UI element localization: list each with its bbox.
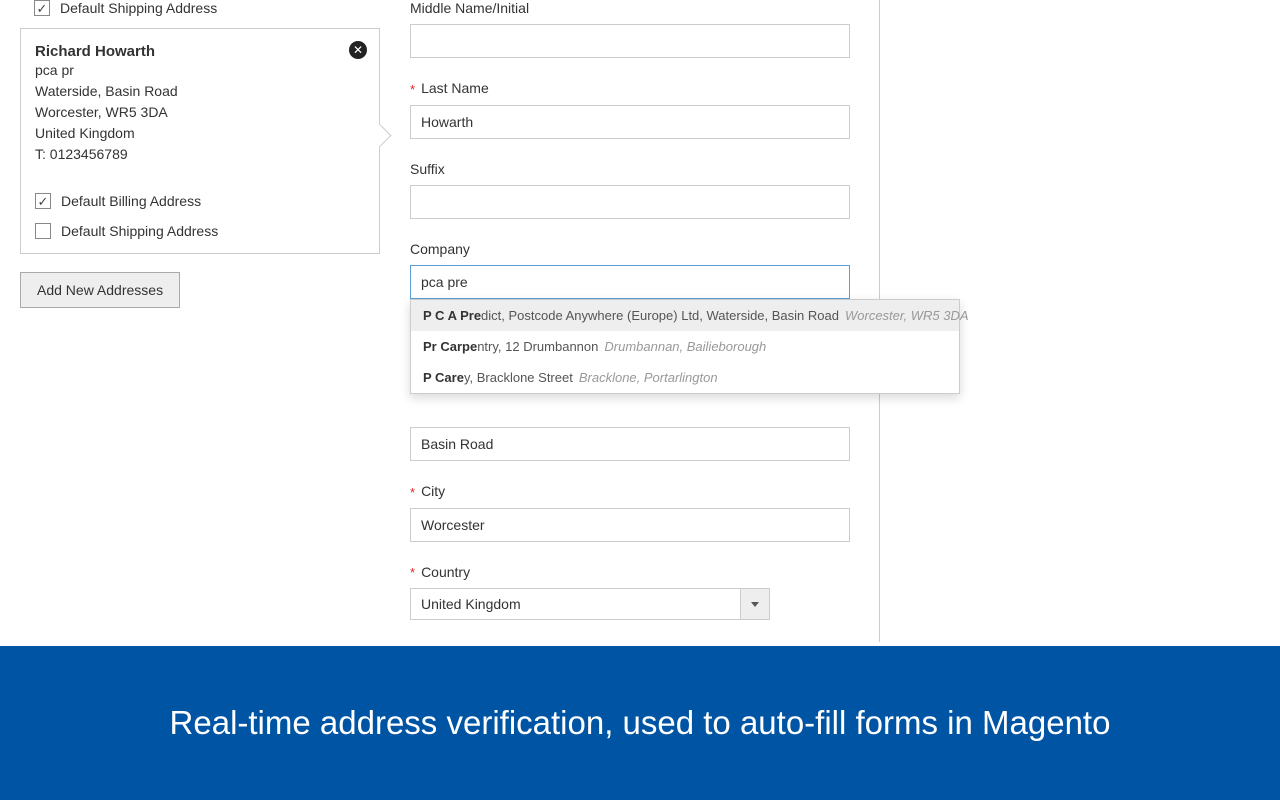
- middle-name-input[interactable]: [410, 24, 850, 58]
- city-label: City: [410, 483, 879, 500]
- address-card-partial: Default Shipping Address: [20, 0, 380, 24]
- address-card[interactable]: ✕ Richard Howarth pca pr Waterside, Basi…: [20, 28, 380, 254]
- company-label: Company: [410, 241, 879, 257]
- suggestion-item[interactable]: P C A Predict, Postcode Anywhere (Europe…: [411, 300, 959, 331]
- chevron-down-icon[interactable]: [740, 588, 770, 620]
- checkbox-checked-icon[interactable]: [34, 0, 50, 16]
- middle-name-label: Middle Name/Initial: [410, 0, 879, 16]
- suffix-label: Suffix: [410, 161, 879, 177]
- suffix-input[interactable]: [410, 185, 850, 219]
- street-input[interactable]: [410, 427, 850, 461]
- address-suggestions: P C A Predict, Postcode Anywhere (Europe…: [410, 299, 960, 394]
- country-select[interactable]: United Kingdom: [410, 588, 770, 620]
- last-name-label: Last Name: [410, 80, 879, 97]
- address-line: T: 0123456789: [35, 144, 365, 165]
- suffix-row: Suffix: [410, 161, 879, 219]
- checkbox-icon[interactable]: [35, 223, 51, 239]
- address-line: United Kingdom: [35, 123, 365, 144]
- default-shipping-row[interactable]: Default Shipping Address: [35, 223, 365, 239]
- country-row: Country United Kingdom: [410, 564, 879, 621]
- last-name-input[interactable]: [410, 105, 850, 139]
- default-shipping-row[interactable]: Default Shipping Address: [34, 0, 366, 16]
- close-icon[interactable]: ✕: [349, 41, 367, 59]
- city-row: City: [410, 483, 879, 542]
- city-input[interactable]: [410, 508, 850, 542]
- add-new-addresses-button[interactable]: Add New Addresses: [20, 272, 180, 308]
- marketing-banner: Real-time address verification, used to …: [0, 646, 1280, 800]
- default-billing-row[interactable]: Default Billing Address: [35, 193, 365, 209]
- address-line: Waterside, Basin Road: [35, 81, 365, 102]
- company-input[interactable]: [410, 265, 850, 299]
- address-name: Richard Howarth: [35, 43, 365, 60]
- address-line: pca pr: [35, 60, 365, 81]
- country-selected-value: United Kingdom: [421, 596, 521, 612]
- street-row: [410, 427, 879, 461]
- address-line: Worcester, WR5 3DA: [35, 102, 365, 123]
- default-shipping-label: Default Shipping Address: [60, 0, 217, 16]
- default-billing-label: Default Billing Address: [61, 193, 201, 209]
- company-row: Company P C A Predict, Postcode Anywhere…: [410, 241, 879, 299]
- last-name-row: Last Name: [410, 80, 879, 139]
- checkbox-checked-icon[interactable]: [35, 193, 51, 209]
- country-label: Country: [410, 564, 879, 581]
- banner-text: Real-time address verification, used to …: [170, 704, 1111, 742]
- default-shipping-label: Default Shipping Address: [61, 223, 218, 239]
- middle-name-row: Middle Name/Initial: [410, 0, 879, 58]
- suggestion-item[interactable]: Pr Carpentry, 12 DrumbannonDrumbannan, B…: [411, 331, 959, 362]
- suggestion-item[interactable]: P Carey, Bracklone StreetBracklone, Port…: [411, 362, 959, 393]
